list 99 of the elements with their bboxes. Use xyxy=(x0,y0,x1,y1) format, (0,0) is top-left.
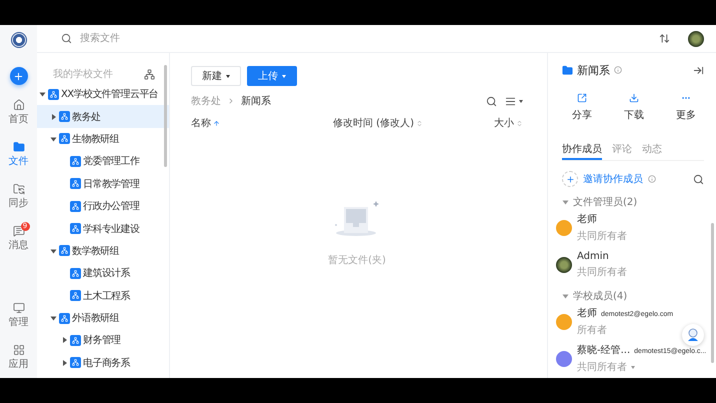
tree-item[interactable]: 数学教研组 xyxy=(37,240,169,262)
group-header[interactable]: 文件管理员(2) xyxy=(556,195,712,209)
home-icon xyxy=(12,98,24,110)
caret-icon xyxy=(50,248,56,253)
scrollbar[interactable] xyxy=(711,223,714,363)
folder-icon xyxy=(70,156,81,167)
chevron-icon xyxy=(227,97,235,105)
tree-item[interactable]: 教务处 xyxy=(37,105,169,128)
caret-icon xyxy=(562,294,568,298)
upload-button[interactable]: 上传 xyxy=(247,66,297,86)
sort-icon xyxy=(516,120,523,126)
caret-icon xyxy=(62,337,66,344)
member-role: 共同所有者 xyxy=(577,266,627,278)
tree-item[interactable]: XX学校文件管理云平台 xyxy=(37,83,169,106)
tree-item[interactable]: 日常教学管理 xyxy=(37,172,169,195)
caret-icon xyxy=(631,366,635,368)
sort-icon[interactable] xyxy=(659,33,670,44)
chat-icon xyxy=(12,224,24,236)
sort-icon xyxy=(416,120,423,126)
caret-icon xyxy=(52,114,56,120)
group-header[interactable]: 学校成员(4) xyxy=(556,289,712,303)
tree-item[interactable]: 外语教研组 xyxy=(37,306,169,330)
plus-icon xyxy=(566,174,574,184)
tree-item[interactable]: 财务管理 xyxy=(37,329,169,352)
folder-icon xyxy=(562,64,573,76)
caret-icon xyxy=(282,74,286,78)
member-name: 老师 xyxy=(577,212,597,226)
tab[interactable]: 协作成员 xyxy=(562,142,602,160)
nav-item[interactable]: 管理 xyxy=(8,294,28,336)
breadcrumb-link[interactable]: 新闻系 xyxy=(241,94,271,108)
monitor-icon xyxy=(12,302,24,314)
assistant-mascot-icon[interactable] xyxy=(682,324,704,346)
sort-ascending-icon xyxy=(213,120,220,126)
folder-icon xyxy=(70,268,81,279)
nav-item[interactable]: 同步 xyxy=(8,175,28,217)
column-header[interactable]: 修改时间 (修改人) xyxy=(333,116,483,130)
collapse-panel-icon[interactable] xyxy=(693,64,704,76)
download-icon xyxy=(629,93,639,103)
user-avatar[interactable] xyxy=(688,30,704,46)
caret-icon xyxy=(62,360,66,366)
download-button[interactable]: 下载 xyxy=(624,93,644,122)
member-role: 所有者 xyxy=(577,324,608,337)
grid-icon xyxy=(12,344,24,356)
folder-icon xyxy=(70,290,81,302)
network-icon[interactable] xyxy=(144,68,155,80)
plus-icon xyxy=(13,70,24,82)
search-icon xyxy=(61,33,72,44)
nav-item[interactable]: 文件 xyxy=(8,133,28,175)
caret-icon xyxy=(50,316,56,320)
share-button[interactable]: 分享 xyxy=(572,93,592,122)
invite-link[interactable]: 邀请协作成员 xyxy=(583,172,643,186)
folder-icon xyxy=(48,88,59,100)
folder-icon xyxy=(59,245,70,256)
folder-icon xyxy=(70,223,81,234)
member-name: Admin xyxy=(577,250,609,262)
caret-icon xyxy=(226,74,230,78)
folder-icon xyxy=(59,312,70,324)
nav-item[interactable]: 应用 xyxy=(8,336,28,378)
search-icon[interactable] xyxy=(693,174,704,184)
folder-icon xyxy=(59,133,70,144)
tree-item[interactable]: 学科专业建设 xyxy=(37,217,169,240)
tree-item[interactable]: 生物教研组 xyxy=(37,128,169,150)
scrollbar[interactable] xyxy=(164,65,167,167)
logo-icon[interactable] xyxy=(10,32,26,48)
more-button[interactable]: 更多 xyxy=(676,93,696,122)
folder-title: 新闻系 xyxy=(577,62,610,78)
column-header[interactable]: 名称 xyxy=(191,116,333,130)
sync-folder-icon xyxy=(12,182,24,194)
new-button[interactable]: 新建 xyxy=(191,66,241,86)
tree-item[interactable]: 党委管理工作 xyxy=(37,150,169,173)
member-name: 老师 xyxy=(577,306,597,320)
caret-icon xyxy=(40,92,46,96)
invite-button[interactable] xyxy=(562,171,578,187)
add-button[interactable] xyxy=(10,67,28,85)
folder-icon xyxy=(12,140,24,152)
folder-icon xyxy=(70,178,81,190)
avatar-photo-placeholder xyxy=(556,256,572,272)
caret-icon xyxy=(562,200,568,204)
info-icon[interactable] xyxy=(648,175,656,183)
folder-icon xyxy=(70,334,81,346)
search-icon[interactable] xyxy=(486,96,497,106)
folder-icon xyxy=(70,200,81,212)
tree-title: 我的学校文件 xyxy=(53,68,113,81)
member-role: 共同所有者 xyxy=(577,230,627,243)
nav-item[interactable]: 首页 xyxy=(8,91,28,133)
tree-item[interactable]: 电子商务系 xyxy=(37,352,169,374)
caret-icon xyxy=(50,136,56,141)
member-name: 蔡晓-经管... xyxy=(577,344,630,357)
empty-message: 暂无文件(夹) xyxy=(328,254,386,267)
folder-icon xyxy=(59,111,70,122)
empty-folder-drawing xyxy=(334,199,380,239)
folder-icon xyxy=(70,357,81,368)
tree-item[interactable]: 行政办公管理 xyxy=(37,194,169,218)
list-view-icon[interactable] xyxy=(505,96,523,106)
info-icon[interactable] xyxy=(614,66,622,74)
column-header[interactable]: 大小 xyxy=(483,116,523,130)
tree-item[interactable]: 土木工程系 xyxy=(37,284,169,307)
tree-item[interactable]: 建筑设计系 xyxy=(37,262,169,285)
share-icon xyxy=(577,93,587,103)
